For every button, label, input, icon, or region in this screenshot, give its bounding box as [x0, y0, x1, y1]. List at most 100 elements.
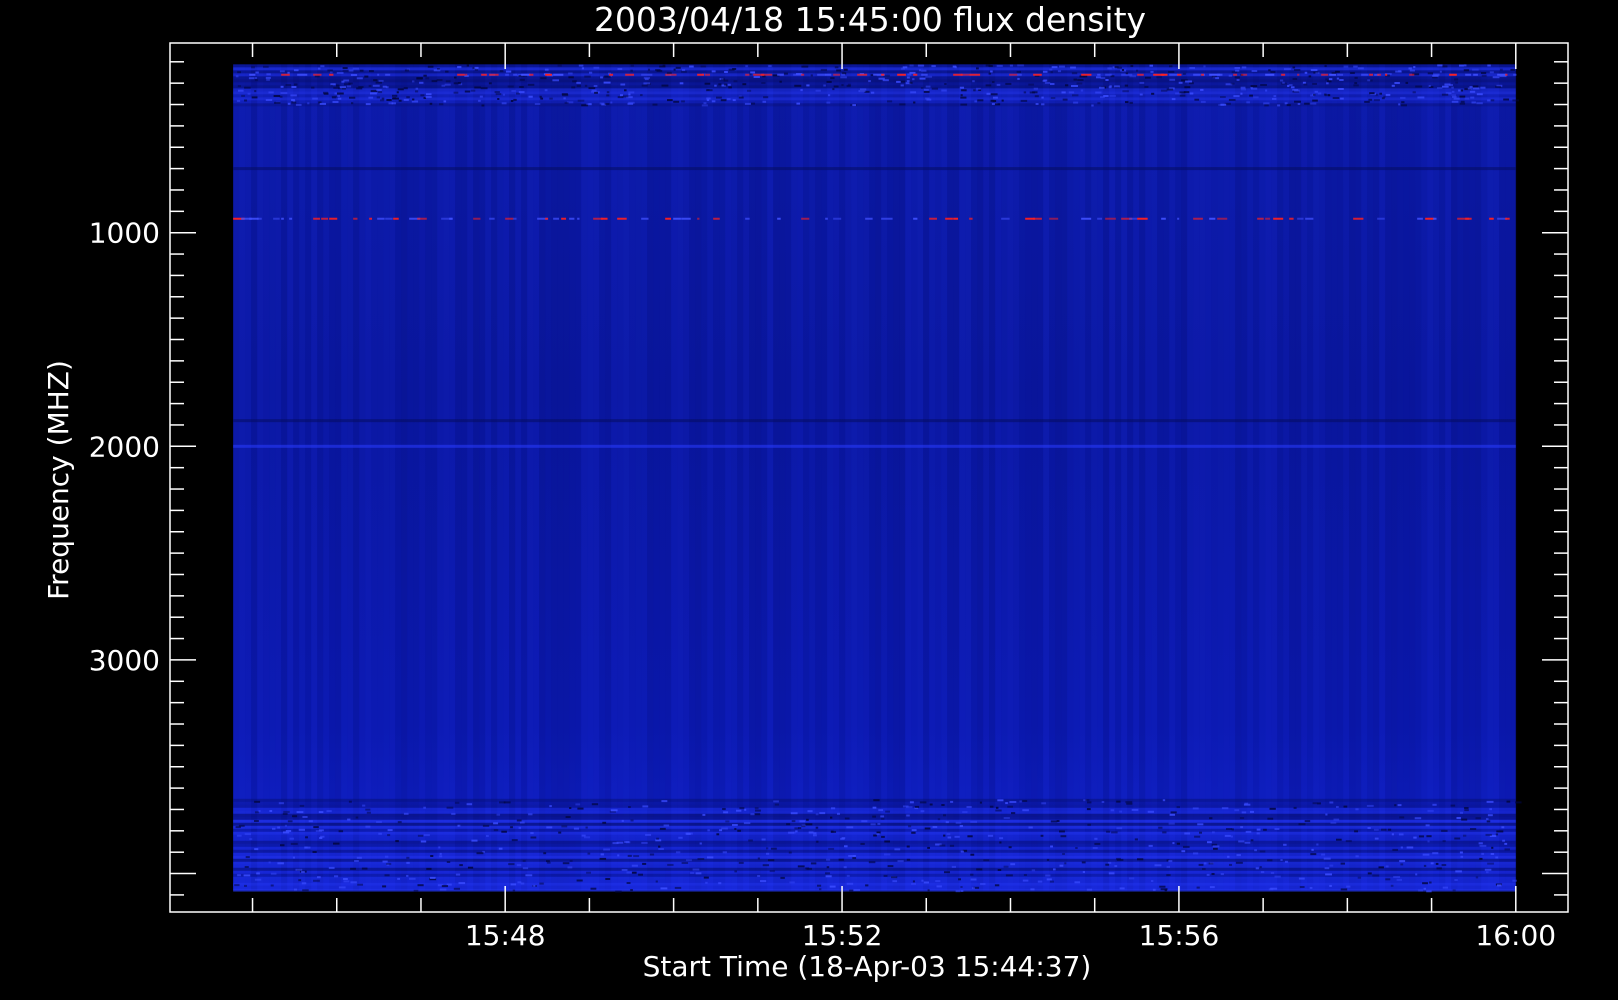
heatmap-hot-pixel: [929, 217, 937, 220]
heatmap-column: [1241, 64, 1248, 891]
heatmap-speckle: [1176, 806, 1180, 809]
heatmap-speckle: [1309, 102, 1317, 105]
heatmap-speckle: [815, 89, 821, 92]
spectrogram-chart: 10002000300015:48 15:52 15:56 16:00 2003/04…: [42, 0, 1569, 983]
heatmap-speckle: [254, 800, 261, 803]
heatmap-speckle: [474, 66, 479, 69]
heatmap-column: [671, 64, 678, 891]
heatmap-speckle: [403, 812, 409, 815]
heatmap-speckle: [397, 88, 404, 91]
heatmap-speckle: [1005, 874, 1013, 877]
heatmap-speckle: [273, 95, 281, 97]
heatmap-speckle: [1497, 884, 1502, 887]
heatmap-speckle: [753, 76, 760, 78]
heatmap-speckle: [304, 846, 311, 849]
heatmap-speckle: [810, 74, 813, 77]
heatmap-hot-pixel: [825, 73, 832, 76]
heatmap-speckle: [328, 866, 335, 869]
heatmap-speckle: [1129, 101, 1133, 104]
heatmap-speckle: [1495, 85, 1501, 88]
heatmap-speckle: [1444, 83, 1451, 86]
heatmap-speckle: [766, 852, 770, 855]
heatmap-speckle: [1486, 871, 1489, 874]
heatmap-speckle: [1321, 853, 1326, 856]
heatmap-band-row: [233, 825, 1516, 829]
heatmap-column: [983, 64, 990, 891]
heatmap-speckle: [373, 79, 378, 82]
heatmap-speckle: [794, 84, 802, 87]
heatmap-hot-pixel: [377, 217, 385, 220]
heatmap-column: [917, 64, 924, 891]
heatmap-speckle: [1378, 866, 1384, 869]
heatmap-speckle: [441, 84, 446, 87]
heatmap-speckle: [626, 882, 631, 884]
heatmap-column: [485, 64, 492, 891]
heatmap-speckle: [725, 820, 730, 823]
heatmap-hot-pixel: [1017, 73, 1022, 76]
heatmap-speckle: [277, 862, 284, 865]
heatmap-hot-pixel: [577, 217, 580, 220]
heatmap-column: [653, 64, 660, 891]
heatmap-column: [1265, 64, 1272, 891]
heatmap-speckle: [902, 66, 908, 69]
heatmap-column: [1349, 64, 1356, 891]
heatmap-speckle: [493, 822, 499, 825]
heatmap-speckle: [1415, 873, 1418, 876]
heatmap-hot-pixel: [513, 217, 517, 220]
heatmap-speckle: [1215, 77, 1220, 80]
heatmap-speckle: [1192, 807, 1199, 810]
heatmap-speckle: [722, 851, 727, 854]
heatmap-speckle: [289, 837, 295, 840]
heatmap-speckle: [1405, 81, 1409, 84]
heatmap-speckle: [642, 862, 647, 865]
heatmap-column: [1319, 64, 1326, 891]
heatmap-speckle: [254, 878, 262, 881]
heatmap-speckle: [1260, 871, 1265, 874]
heatmap-speckle: [499, 70, 504, 73]
heatmap-speckle: [990, 93, 998, 96]
heatmap-column: [395, 64, 402, 891]
heatmap-speckle: [238, 89, 244, 92]
heatmap-speckle: [1285, 860, 1288, 863]
heatmap-speckle: [1279, 79, 1284, 82]
heatmap-speckle: [1042, 70, 1048, 73]
heatmap-band-row: [233, 819, 1516, 823]
heatmap-speckle: [1274, 828, 1280, 830]
heatmap-speckle: [1030, 888, 1035, 891]
heatmap-speckle: [1472, 87, 1480, 90]
heatmap-speckle: [1317, 92, 1322, 95]
heatmap-column: [269, 64, 276, 891]
heatmap-speckle: [1009, 801, 1017, 803]
heatmap-speckle: [992, 100, 997, 102]
heatmap-speckle: [337, 92, 344, 95]
heatmap-speckle: [906, 80, 910, 83]
heatmap-speckle: [1150, 70, 1154, 73]
heatmap-speckle: [1282, 81, 1285, 84]
heatmap-speckle: [1049, 68, 1053, 71]
heatmap-speckle: [507, 85, 514, 88]
heatmap-speckle: [996, 64, 1003, 67]
heatmap-speckle: [599, 857, 607, 860]
heatmap-column: [1169, 64, 1176, 891]
heatmap-speckle: [860, 842, 865, 845]
heatmap-speckle: [602, 821, 607, 824]
heatmap-speckle: [899, 103, 906, 106]
heatmap-speckle: [805, 823, 813, 826]
heatmap-hot-pixel: [1321, 73, 1329, 76]
heatmap-speckle: [985, 84, 992, 87]
heatmap-speckle: [285, 84, 292, 86]
heatmap-column: [1289, 64, 1296, 891]
heatmap-speckle: [403, 98, 409, 101]
heatmap-band-row: [233, 94, 1516, 98]
heatmap-speckle: [1220, 96, 1226, 98]
heatmap-hot-pixel: [881, 73, 885, 76]
heatmap-speckle: [1429, 881, 1432, 884]
heatmap-column: [1193, 64, 1200, 891]
heatmap-hot-pixel: [1281, 73, 1286, 76]
heatmap-speckle: [943, 834, 946, 837]
heatmap-speckle: [681, 70, 687, 73]
heatmap-band-row: [233, 879, 1516, 883]
heatmap-speckle: [970, 853, 975, 856]
heatmap-speckle: [406, 96, 410, 99]
heatmap-speckle: [732, 99, 736, 102]
